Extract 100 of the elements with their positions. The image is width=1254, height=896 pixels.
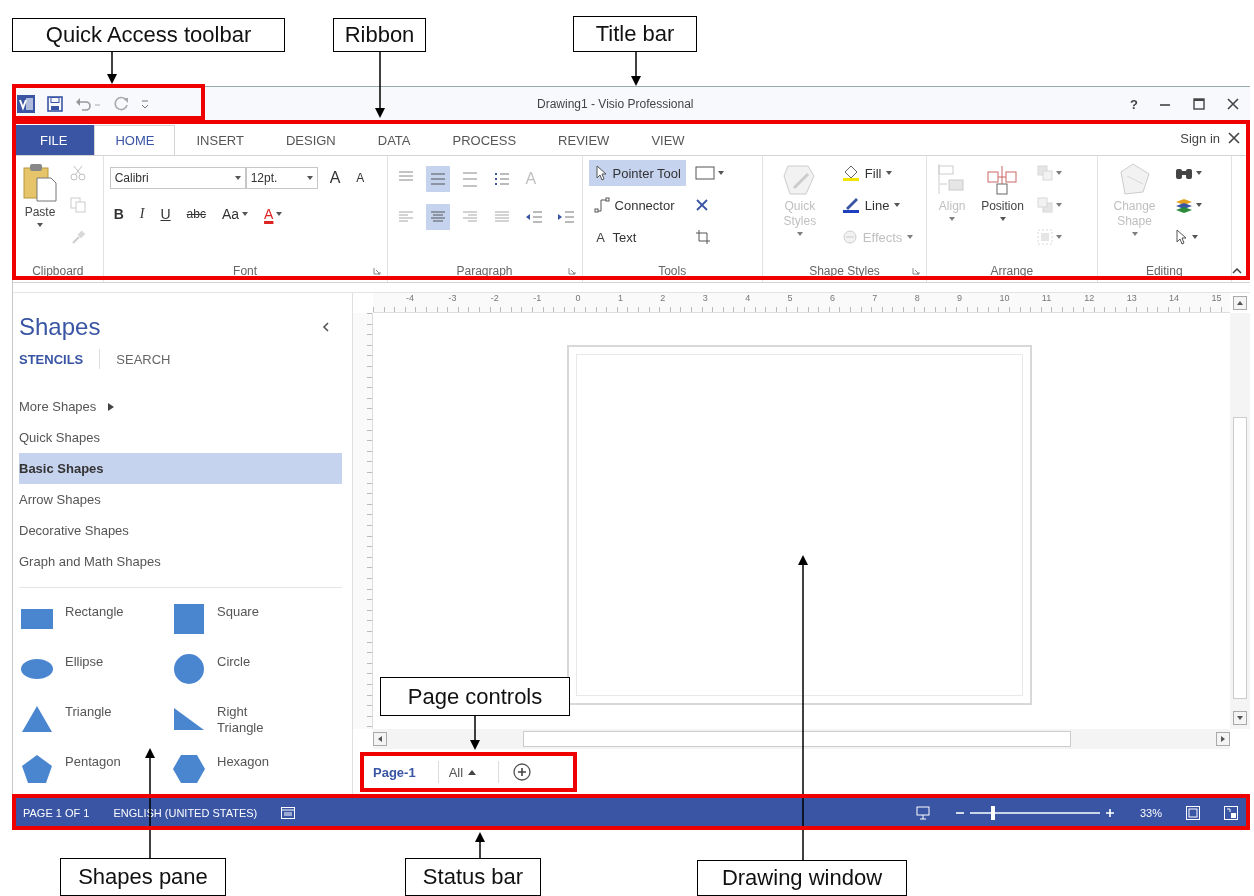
- presentation-icon[interactable]: [915, 805, 930, 820]
- help-button[interactable]: ?: [1130, 96, 1138, 112]
- maximize-icon[interactable]: [1192, 97, 1206, 111]
- group-label: Clipboard: [32, 264, 84, 278]
- ribbon-button[interactable]: Position: [977, 160, 1028, 223]
- group-label: Paragraph: [456, 264, 513, 278]
- format-button[interactable]: abc: [182, 202, 210, 226]
- ribbon-tab[interactable]: REVIEW: [537, 125, 631, 155]
- dropdown-field[interactable]: Calibri: [109, 167, 246, 189]
- ribbon-tab[interactable]: PROCESS: [431, 125, 538, 155]
- scroll-down-icon[interactable]: [1233, 711, 1247, 725]
- customize-icon[interactable]: [141, 98, 149, 110]
- app-logo-icon[interactable]: [17, 95, 35, 113]
- shape-master[interactable]: Hexagon: [171, 748, 323, 790]
- callout-label: Page controls: [380, 677, 570, 716]
- stencil-item[interactable]: Basic Shapes: [19, 453, 342, 484]
- dialog-launcher-icon[interactable]: [567, 267, 576, 275]
- caret-icon: [1055, 235, 1062, 239]
- shape-master[interactable]: Ellipse: [19, 648, 171, 690]
- field-value: Calibri: [114, 171, 149, 185]
- dialog-launcher-icon[interactable]: [372, 267, 381, 275]
- pane-tab[interactable]: SEARCH: [116, 351, 171, 367]
- format-button[interactable]: A: [352, 166, 369, 190]
- collapse-pane-icon[interactable]: [322, 322, 330, 332]
- scroll-up-icon[interactable]: [1233, 296, 1247, 310]
- page-tab[interactable]: Page-1: [363, 761, 439, 783]
- shape-master[interactable]: Pentagon: [19, 748, 171, 790]
- ruler-number: 14: [1168, 293, 1181, 303]
- format-button[interactable]: I: [135, 202, 149, 226]
- scroll-left-icon[interactable]: [373, 732, 387, 746]
- stencil-item[interactable]: Quick Shapes: [19, 422, 342, 453]
- format-button[interactable]: A: [260, 202, 287, 226]
- stencil-item[interactable]: Decorative Shapes: [19, 515, 342, 546]
- ribbon-button[interactable]: A Text: [588, 224, 686, 250]
- caret-icon: [1055, 171, 1062, 175]
- collapse-ribbon-icon[interactable]: [1232, 268, 1242, 274]
- ruler-number: 7: [871, 293, 879, 303]
- save-icon[interactable]: [47, 96, 63, 112]
- ribbon-tab[interactable]: DESIGN: [264, 125, 357, 155]
- undo-icon[interactable]: [75, 96, 101, 112]
- shape-master[interactable]: Circle: [171, 648, 323, 690]
- bring-forward-icon: [1036, 165, 1053, 181]
- stencil-item[interactable]: Arrow Shapes: [19, 484, 342, 515]
- fit-page-icon[interactable]: [1186, 805, 1200, 820]
- scroll-right-icon[interactable]: [1216, 732, 1230, 746]
- callout-arrow: [470, 715, 480, 750]
- ribbon-tab[interactable]: HOME: [94, 125, 176, 155]
- file-tab[interactable]: FILE: [13, 125, 95, 155]
- ruler-number: 10: [998, 293, 1011, 303]
- sign-in-link[interactable]: Sign in: [1180, 130, 1220, 146]
- format-button[interactable]: B: [109, 202, 128, 226]
- callout-label: Ribbon: [333, 18, 426, 52]
- rectangle-icon: [21, 609, 53, 629]
- pane-title: Shapes: [19, 313, 101, 341]
- format-button[interactable]: Aa: [217, 202, 253, 226]
- copy-icon: [70, 197, 86, 213]
- pentagon-icon: [22, 755, 52, 783]
- shape-master[interactable]: Rectangle: [19, 598, 171, 640]
- shape-master[interactable]: Right Triangle: [171, 698, 323, 740]
- effects-icon: [841, 229, 858, 245]
- caret-icon: [306, 176, 313, 180]
- align-center-icon: [428, 209, 447, 225]
- ruler-number: 12: [1083, 293, 1096, 303]
- callout-label: Title bar: [573, 16, 697, 52]
- square-icon: [174, 604, 204, 634]
- ruler-number: 1: [616, 293, 624, 303]
- stencil-item[interactable]: Graph and Math Shapes: [19, 546, 342, 577]
- ribbon-button[interactable]: Line: [836, 192, 919, 218]
- shape-master[interactable]: Triangle: [19, 698, 171, 740]
- format-button[interactable]: U: [156, 202, 175, 226]
- ribbon-button[interactable]: Connector: [588, 192, 686, 218]
- scrollbar-thumb[interactable]: [523, 731, 1071, 747]
- dropdown-field[interactable]: 12pt.: [245, 167, 318, 189]
- redo-icon[interactable]: [113, 96, 129, 112]
- increase-indent-icon: [556, 209, 575, 225]
- ribbon-button[interactable]: Pointer Tool: [588, 160, 686, 186]
- pointer-icon: [593, 165, 608, 181]
- page-tab[interactable]: All: [438, 761, 500, 783]
- ribbon-button[interactable]: Fill: [836, 160, 919, 186]
- caret-icon: [894, 203, 901, 207]
- close-icon[interactable]: [1226, 97, 1240, 111]
- close-icon[interactable]: [1228, 132, 1240, 144]
- format-button[interactable]: A: [325, 166, 345, 190]
- shape-master[interactable]: Square: [171, 598, 323, 640]
- stencil-item[interactable]: More Shapes: [19, 391, 342, 422]
- ribbon-tab[interactable]: DATA: [356, 125, 432, 155]
- layers-icon: [1174, 197, 1193, 213]
- ribbon-button[interactable]: Paste: [19, 160, 61, 229]
- macro-icon[interactable]: [281, 806, 296, 819]
- scrollbar-thumb[interactable]: [1233, 417, 1247, 699]
- dialog-launcher-icon[interactable]: [912, 267, 921, 275]
- slider-thumb[interactable]: [991, 805, 996, 820]
- zoom-in-button[interactable]: [1103, 806, 1116, 819]
- ribbon-tab[interactable]: VIEW: [630, 125, 706, 155]
- pane-tab[interactable]: STENCILS: [19, 351, 84, 367]
- ribbon-tab[interactable]: INSERT: [175, 125, 265, 155]
- caret-icon: [276, 212, 283, 216]
- pan-zoom-icon[interactable]: [1224, 805, 1238, 820]
- ruler-number: 3: [701, 293, 709, 303]
- add-page-icon[interactable]: [513, 763, 532, 781]
